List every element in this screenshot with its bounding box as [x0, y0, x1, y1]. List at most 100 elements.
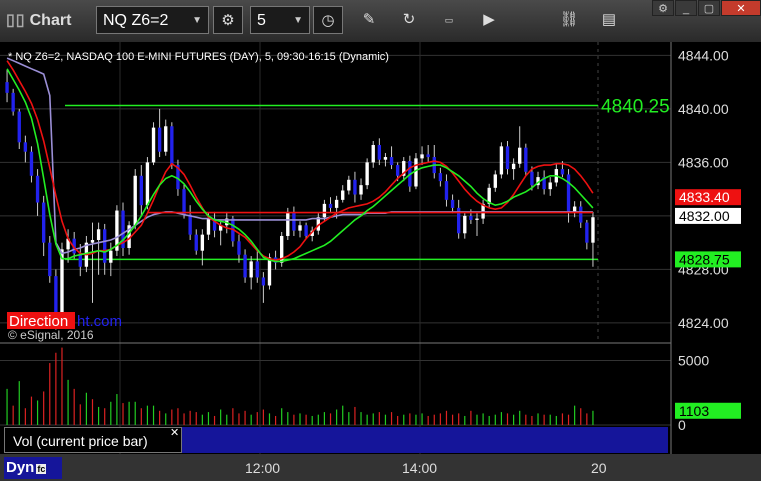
symbol-input[interactable]: NQ Z6=2 ▼ [96, 6, 209, 34]
candle-body [395, 165, 400, 176]
candle-body [267, 257, 272, 286]
candle-body [493, 174, 497, 188]
y-tick-label: 4840.00 [678, 101, 729, 117]
refresh-icon[interactable]: ↻ [394, 6, 424, 34]
candle-body [579, 206, 583, 223]
link-icon[interactable]: ⛓ [554, 6, 584, 34]
candle-body [96, 229, 101, 240]
candle-body [450, 199, 455, 208]
candle-body [139, 175, 143, 206]
candle-body [383, 157, 388, 160]
candle-body [182, 189, 186, 215]
copyright-text: © eSignal, 2016 [8, 328, 94, 342]
y-tick-label: 5000 [678, 352, 709, 368]
volume-tag-label: 1103 [679, 403, 709, 419]
candle-body [103, 229, 107, 263]
candle-body [170, 126, 174, 166]
interval-input[interactable]: 5 ▼ [250, 6, 310, 34]
candle-body [511, 163, 516, 170]
candle-body [249, 261, 253, 278]
candle-body [109, 250, 113, 263]
candle-body [145, 162, 150, 206]
candle-body [157, 127, 162, 152]
candle-body [29, 151, 34, 176]
settings-icon[interactable]: ⚙ [652, 0, 674, 16]
minimize-icon[interactable]: _ [675, 0, 697, 16]
candle-body [548, 182, 552, 190]
candle-body [371, 145, 375, 163]
x-tick-label: 14:00 [402, 460, 438, 476]
y-tick-label: 4844.00 [678, 47, 729, 63]
candle-body [304, 225, 308, 236]
close-icon[interactable]: ✕ [721, 0, 761, 16]
candle-body [469, 215, 473, 220]
play-icon[interactable]: ▶ [474, 6, 504, 34]
get-icon[interactable]: ▭ [434, 6, 464, 34]
gear-icon[interactable]: ⚙ [213, 6, 243, 34]
candle-body [322, 203, 327, 218]
x-tick-label: 20 [591, 460, 607, 476]
candle-body [206, 218, 211, 235]
candle-body [524, 147, 528, 172]
candle-body [572, 206, 577, 212]
volume-pane-bar [182, 427, 668, 453]
axis-corner [671, 454, 761, 481]
candle-body [151, 127, 156, 163]
candle-body [35, 175, 40, 203]
candle-body [353, 179, 357, 195]
candle-body [243, 254, 247, 278]
candle-body [255, 261, 259, 278]
volume-pane-label[interactable]: Vol (current price bar) [4, 427, 182, 453]
candle-body [420, 154, 424, 159]
candle-body [133, 175, 137, 226]
candle-body [475, 218, 479, 220]
comment-icon[interactable]: ▤ [594, 6, 624, 34]
y-tick-label: 4836.00 [678, 154, 729, 170]
candle-body [48, 242, 52, 277]
chart-area[interactable]: 4840.25 4824.004828.004832.004836.004840… [0, 42, 761, 454]
candle-body [90, 239, 95, 243]
candle-body [560, 169, 565, 175]
candle-body [292, 211, 296, 231]
candle-body [518, 147, 522, 164]
time-axis-bar[interactable] [0, 454, 761, 481]
candle-body [365, 162, 369, 186]
candle-body [261, 277, 266, 286]
maximize-icon[interactable]: ▢ [698, 0, 720, 16]
candle-body [414, 158, 418, 187]
y-tick-label: 0 [678, 417, 686, 433]
price-tag-label: 4833.40 [679, 189, 730, 205]
candle-body [530, 171, 534, 186]
candle-body [377, 145, 382, 160]
pencil-icon[interactable]: ✎ [354, 6, 384, 34]
candle-body [334, 199, 339, 208]
candle-body [286, 211, 290, 236]
price-tag-label: 4832.00 [679, 208, 730, 224]
close-icon[interactable]: ✕ [170, 426, 179, 439]
candle-body [591, 217, 595, 243]
price-tag-label: 4828.75 [679, 251, 730, 267]
candle-body [499, 146, 504, 175]
chevron-down-icon[interactable]: ▼ [192, 7, 202, 35]
y-tick-label: 4824.00 [678, 315, 729, 331]
volume-label-text: Vol (current price bar) [13, 433, 148, 449]
candle-body [438, 173, 443, 182]
candle-body [41, 202, 46, 243]
chart-title: * NQ Z6=2, NASDAQ 100 E-MINI FUTURES (DA… [8, 51, 389, 63]
clock-icon[interactable]: ◷ [313, 6, 343, 34]
dynamic-button[interactable]: Dyn fc [4, 457, 62, 479]
candle-body [5, 82, 9, 93]
app-title[interactable]: ▯▯ Chart [6, 10, 71, 30]
chevron-down-icon[interactable]: ▼ [293, 7, 303, 35]
candle-body [17, 111, 21, 143]
level-label: 4840.25 [601, 97, 670, 118]
candle-body [463, 215, 467, 234]
candle-body [11, 92, 15, 112]
candle-body [341, 190, 345, 200]
candle-body [298, 225, 302, 231]
candle-body [200, 234, 205, 251]
app-title-label: Chart [29, 12, 72, 29]
candle-body [505, 146, 510, 170]
interval-value: 5 [257, 12, 266, 29]
candle-body [328, 203, 333, 208]
